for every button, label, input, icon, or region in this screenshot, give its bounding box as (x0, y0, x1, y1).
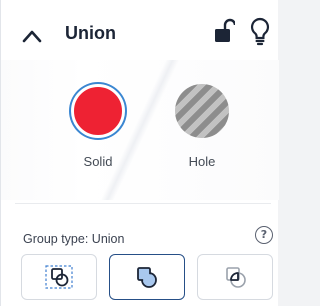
union-button[interactable] (109, 254, 185, 300)
lock-button[interactable] (213, 18, 237, 44)
union-icon (137, 267, 157, 288)
intersect-button[interactable] (197, 254, 273, 300)
intersect-icon (226, 267, 246, 288)
shape-type-area: Solid Hole (1, 60, 279, 200)
solid-swatch (71, 84, 125, 138)
section-divider (15, 203, 271, 204)
panel-header: Union (1, 14, 279, 60)
solid-label: Solid (83, 154, 113, 169)
help-icon[interactable]: ? (255, 226, 273, 244)
group-shapes-icon (45, 265, 73, 289)
unlock-icon (215, 18, 237, 42)
group-shapes-button[interactable] (21, 254, 97, 300)
group-type-buttons (21, 254, 275, 306)
group-type-label: Group type: Union (23, 232, 125, 246)
solid-option[interactable]: Solid (53, 82, 143, 192)
hole-label: Hole (188, 154, 216, 169)
page-title: Union (65, 23, 116, 43)
hole-swatch (175, 84, 229, 138)
inspector-panel: Union Solid Hole Group type: Union ? (0, 0, 279, 306)
collapse-button[interactable] (21, 28, 43, 44)
hole-option[interactable]: Hole (157, 82, 247, 192)
visibility-button[interactable] (249, 16, 271, 46)
lightbulb-icon (250, 17, 270, 46)
chevron-up-icon (22, 30, 42, 43)
